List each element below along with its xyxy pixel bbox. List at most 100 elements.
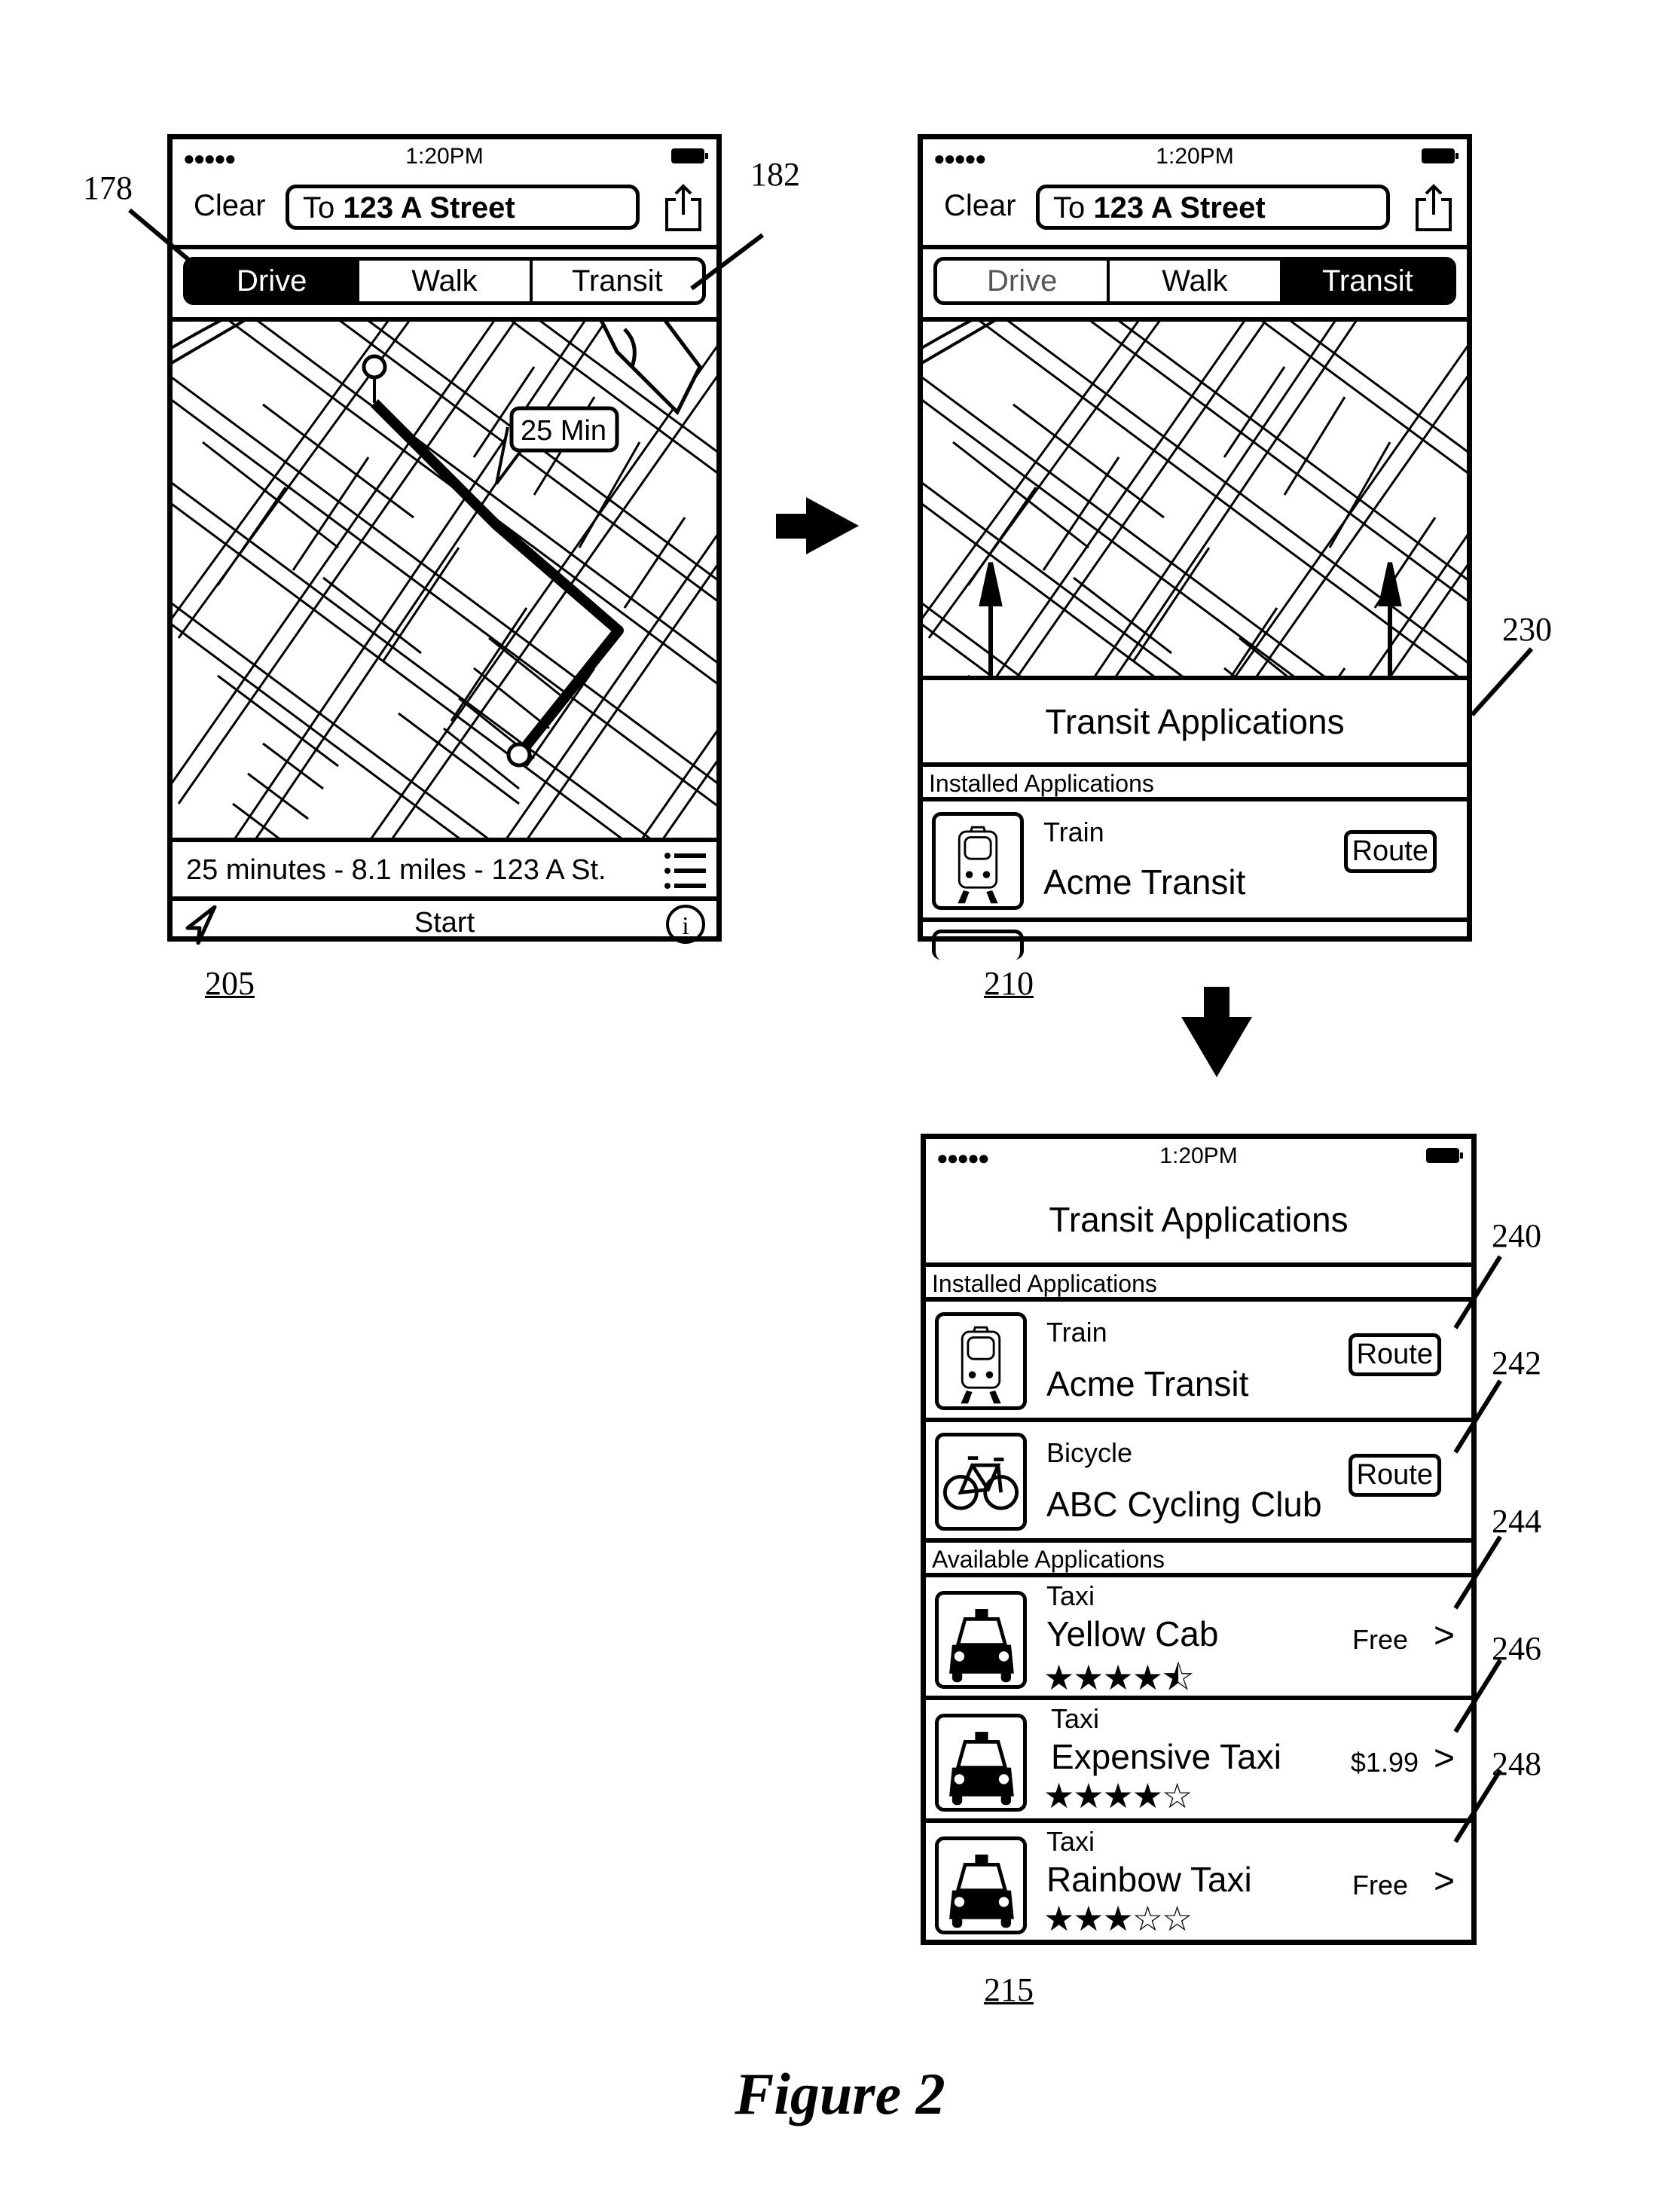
screen-205-ref: 205	[205, 965, 255, 1002]
status-bar: ●●●●● 1:20PM	[926, 1139, 1471, 1175]
status-time: 1:20PM	[1156, 144, 1234, 169]
chevron-right-icon[interactable]: >	[1434, 1615, 1455, 1656]
right-arrow-icon	[776, 497, 859, 554]
app-icon-partial	[932, 930, 1024, 960]
app-row-abc-cycling[interactable]: Bicycle ABC Cycling Club Route	[926, 1418, 1471, 1538]
screen-210-ref: 210	[984, 965, 1034, 1002]
mode-selector-bar: Drive Walk Transit	[173, 245, 716, 322]
down-arrow-icon	[1181, 987, 1252, 1077]
callout-182-label: 182	[750, 156, 800, 193]
train-icon	[935, 1312, 1027, 1410]
mode-walk-button[interactable]: Walk	[1110, 261, 1283, 301]
app-row-expensive-taxi[interactable]: Taxi Expensive Taxi ★★★★☆ $1.99 >	[926, 1696, 1471, 1818]
share-icon[interactable]	[1414, 183, 1453, 233]
screen-215-phone: ●●●●● 1:20PM Transit Applications Instal…	[921, 1134, 1477, 1945]
bicycle-icon	[935, 1433, 1027, 1531]
status-bar: ●●●●● 1:20PM	[923, 139, 1467, 176]
route-button[interactable]: Route	[1343, 830, 1437, 873]
installed-applications-header: Installed Applications	[926, 1262, 1471, 1302]
app-row-rainbow-taxi[interactable]: Taxi Rainbow Taxi ★★★☆☆ Free >	[926, 1818, 1471, 1945]
status-time: 1:20PM	[1159, 1143, 1238, 1168]
taxi-icon	[935, 1714, 1027, 1812]
mode-transit-button[interactable]: Transit	[1282, 261, 1452, 301]
price-label: Free	[1352, 1870, 1408, 1900]
app-category: Train	[1046, 1317, 1107, 1348]
app-name: Acme Transit	[1046, 1364, 1249, 1403]
callout-242-label: 242	[1492, 1345, 1541, 1381]
panel-title: Transit Applications	[1045, 702, 1345, 741]
battery-full-icon	[671, 148, 708, 163]
app-row-acme-transit[interactable]: Train Acme Transit Route	[926, 1297, 1471, 1418]
route-button[interactable]: Route	[1348, 1333, 1441, 1376]
callout-178-label: 178	[83, 169, 133, 206]
screen-215-ref: 215	[984, 1971, 1034, 2008]
available-applications-header: Available Applications	[926, 1538, 1471, 1577]
clear-button[interactable]: Clear	[194, 189, 266, 223]
route-button[interactable]: Route	[1348, 1454, 1441, 1497]
app-row[interactable]: Train Acme Transit Route	[923, 797, 1467, 917]
app-row-partial[interactable]	[923, 917, 1467, 960]
route-summary-bar[interactable]: 25 minutes - 8.1 miles - 123 A St.	[173, 838, 716, 901]
status-bar: ●●●●● 1:20PM	[173, 139, 716, 176]
share-icon[interactable]	[664, 183, 703, 233]
battery-full-icon	[1426, 1148, 1463, 1163]
installed-applications-header: Installed Applications	[923, 762, 1467, 801]
destination-field[interactable]: To 123 A Street	[1036, 185, 1390, 230]
map-view[interactable]	[923, 322, 1467, 676]
destination-value: 123 A Street	[1093, 191, 1266, 224]
svg-text:i: i	[682, 912, 689, 940]
callout-248-label: 248	[1492, 1745, 1541, 1782]
info-icon[interactable]: i	[665, 904, 706, 945]
price-label: $1.99	[1350, 1747, 1419, 1778]
train-icon	[932, 812, 1024, 910]
destination-prefix: To	[303, 191, 335, 224]
app-category: Bicycle	[1046, 1437, 1133, 1468]
map-view[interactable]: 25 Min	[173, 322, 716, 838]
mode-segmented-control: Drive Walk Transit	[183, 257, 706, 305]
directions-header: Clear To 123 A Street	[923, 176, 1467, 249]
route-summary-text: 25 minutes - 8.1 miles - 123 A St.	[186, 854, 606, 886]
callout-244-label: 244	[1492, 1503, 1541, 1540]
figure-caption: Figure 2	[735, 2061, 945, 2126]
taxi-icon	[935, 1591, 1027, 1689]
mode-drive-button[interactable]: Drive	[187, 261, 360, 301]
chevron-right-icon[interactable]: >	[1434, 1861, 1455, 1902]
mode-selector-bar: Drive Walk Transit	[923, 245, 1467, 322]
app-category: Taxi	[1051, 1703, 1100, 1734]
mode-drive-button[interactable]: Drive	[937, 261, 1110, 301]
clear-button[interactable]: Clear	[944, 189, 1016, 223]
screen-205-phone: ●●●●● 1:20PM Clear To 123 A Street Drive…	[167, 134, 722, 945]
route-destination-pin	[506, 742, 532, 768]
route-time-badge-label: 25 Min	[521, 415, 607, 447]
app-name: Rainbow Taxi	[1046, 1860, 1252, 1899]
route-origin-pin	[362, 354, 387, 380]
app-name: Expensive Taxi	[1051, 1737, 1281, 1776]
app-name: ABC Cycling Club	[1046, 1485, 1322, 1524]
mode-segmented-control: Drive Walk Transit	[933, 257, 1456, 305]
app-category: Taxi	[1046, 1580, 1095, 1611]
transit-applications-panel: Transit Applications	[923, 676, 1467, 762]
start-button[interactable]: Start	[173, 907, 716, 939]
mode-walk-button[interactable]: Walk	[359, 261, 533, 301]
star-rating: ★★★☆☆	[1043, 1899, 1193, 1938]
list-icon[interactable]	[664, 851, 707, 890]
app-row-yellow-cab[interactable]: Taxi Yellow Cab ★★★★⯪ Free >	[926, 1573, 1471, 1697]
app-name: Acme Transit	[1043, 862, 1246, 902]
callout-230-leader	[1470, 647, 1534, 717]
bottom-toolbar: Start i	[173, 896, 716, 946]
mode-transit-button[interactable]: Transit	[533, 261, 702, 301]
destination-prefix: To	[1053, 191, 1086, 224]
callout-230-label: 230	[1502, 611, 1552, 648]
status-time: 1:20PM	[405, 144, 484, 169]
callout-240-label: 240	[1492, 1217, 1541, 1254]
battery-full-icon	[1422, 148, 1459, 163]
screen-210-phone: ●●●●● 1:20PM Clear To 123 A Street Drive…	[918, 134, 1472, 960]
destination-value: 123 A Street	[343, 191, 515, 224]
chevron-right-icon[interactable]: >	[1434, 1738, 1455, 1779]
price-label: Free	[1352, 1624, 1408, 1655]
directions-header: Clear To 123 A Street	[173, 176, 716, 249]
app-category: Train	[1043, 817, 1104, 847]
app-name: Yellow Cab	[1046, 1614, 1219, 1653]
transit-arrow-right	[1378, 562, 1402, 676]
destination-field[interactable]: To 123 A Street	[286, 185, 640, 230]
